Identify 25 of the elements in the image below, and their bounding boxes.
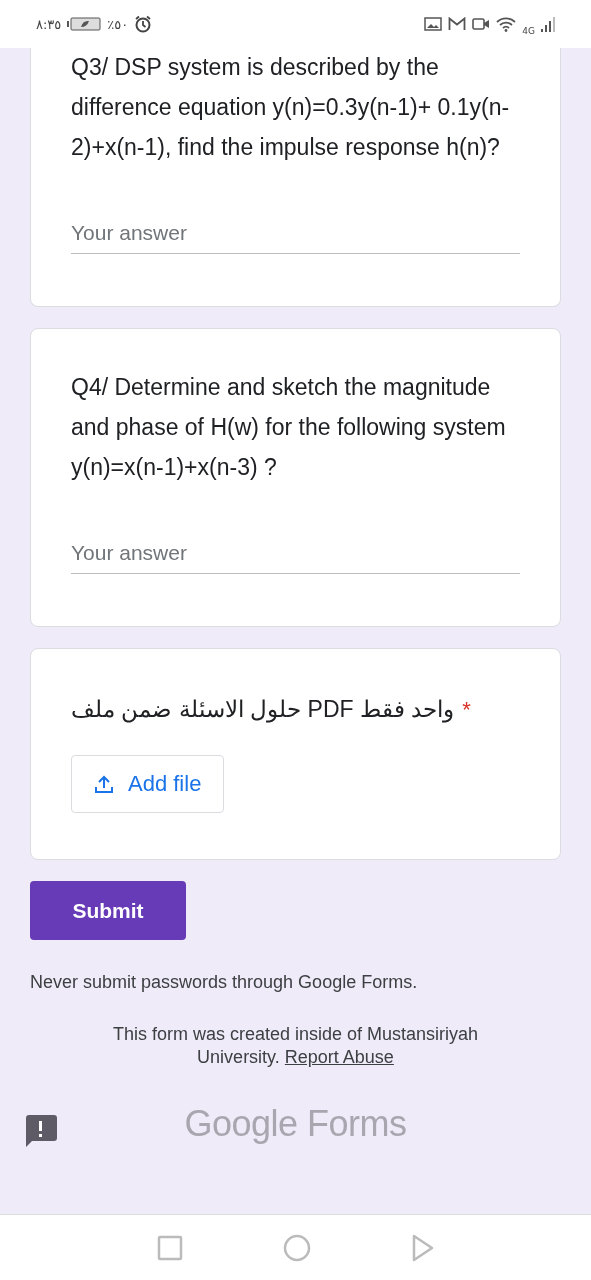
mail-icon [448,17,467,31]
submit-button[interactable]: Submit [30,881,186,940]
answer-field[interactable]: Your answer [71,531,520,574]
image-icon [424,17,443,31]
password-warning: Never submit passwords through Google Forms. [30,972,419,993]
add-file-button[interactable]: Add file [71,755,225,813]
battery-icon [67,17,102,31]
back-icon[interactable] [410,1233,435,1262]
alarm-clock-icon [134,15,153,33]
question-text: Q4/ Determine and sketch the magnitude and phase of H(w) for the following system y(n)=x(n-1)+x(n-3) ? [71,373,507,482]
form-footer-text: This form was created inside of Mustansiriyah University. Report Abuse [111,1023,480,1069]
network-type: 4G [522,26,535,36]
clock-time: ٨:٣٥ [36,16,62,32]
answer-field[interactable]: Your answer [71,211,520,254]
battery-percent: ٪٥٠ [107,16,129,32]
report-abuse-link[interactable]: Report Abuse [284,1047,394,1067]
question-text: Q3/ DSP system is described by the difference equation y(n)=0.3y(n-1)+ 0.1y(n-2)+x(n-1), find the impulse response h(n)? [71,53,511,162]
question-text: حلول الاسئلة ضمن ملف PDF واحد فقط [71,695,455,725]
upload-icon [94,774,114,794]
signal-icon [541,16,555,32]
recent-apps-icon[interactable] [156,1234,183,1261]
wifi-icon [496,16,517,32]
video-camera-icon [472,17,491,31]
required-asterisk: * [462,697,471,723]
home-icon[interactable] [282,1233,311,1262]
